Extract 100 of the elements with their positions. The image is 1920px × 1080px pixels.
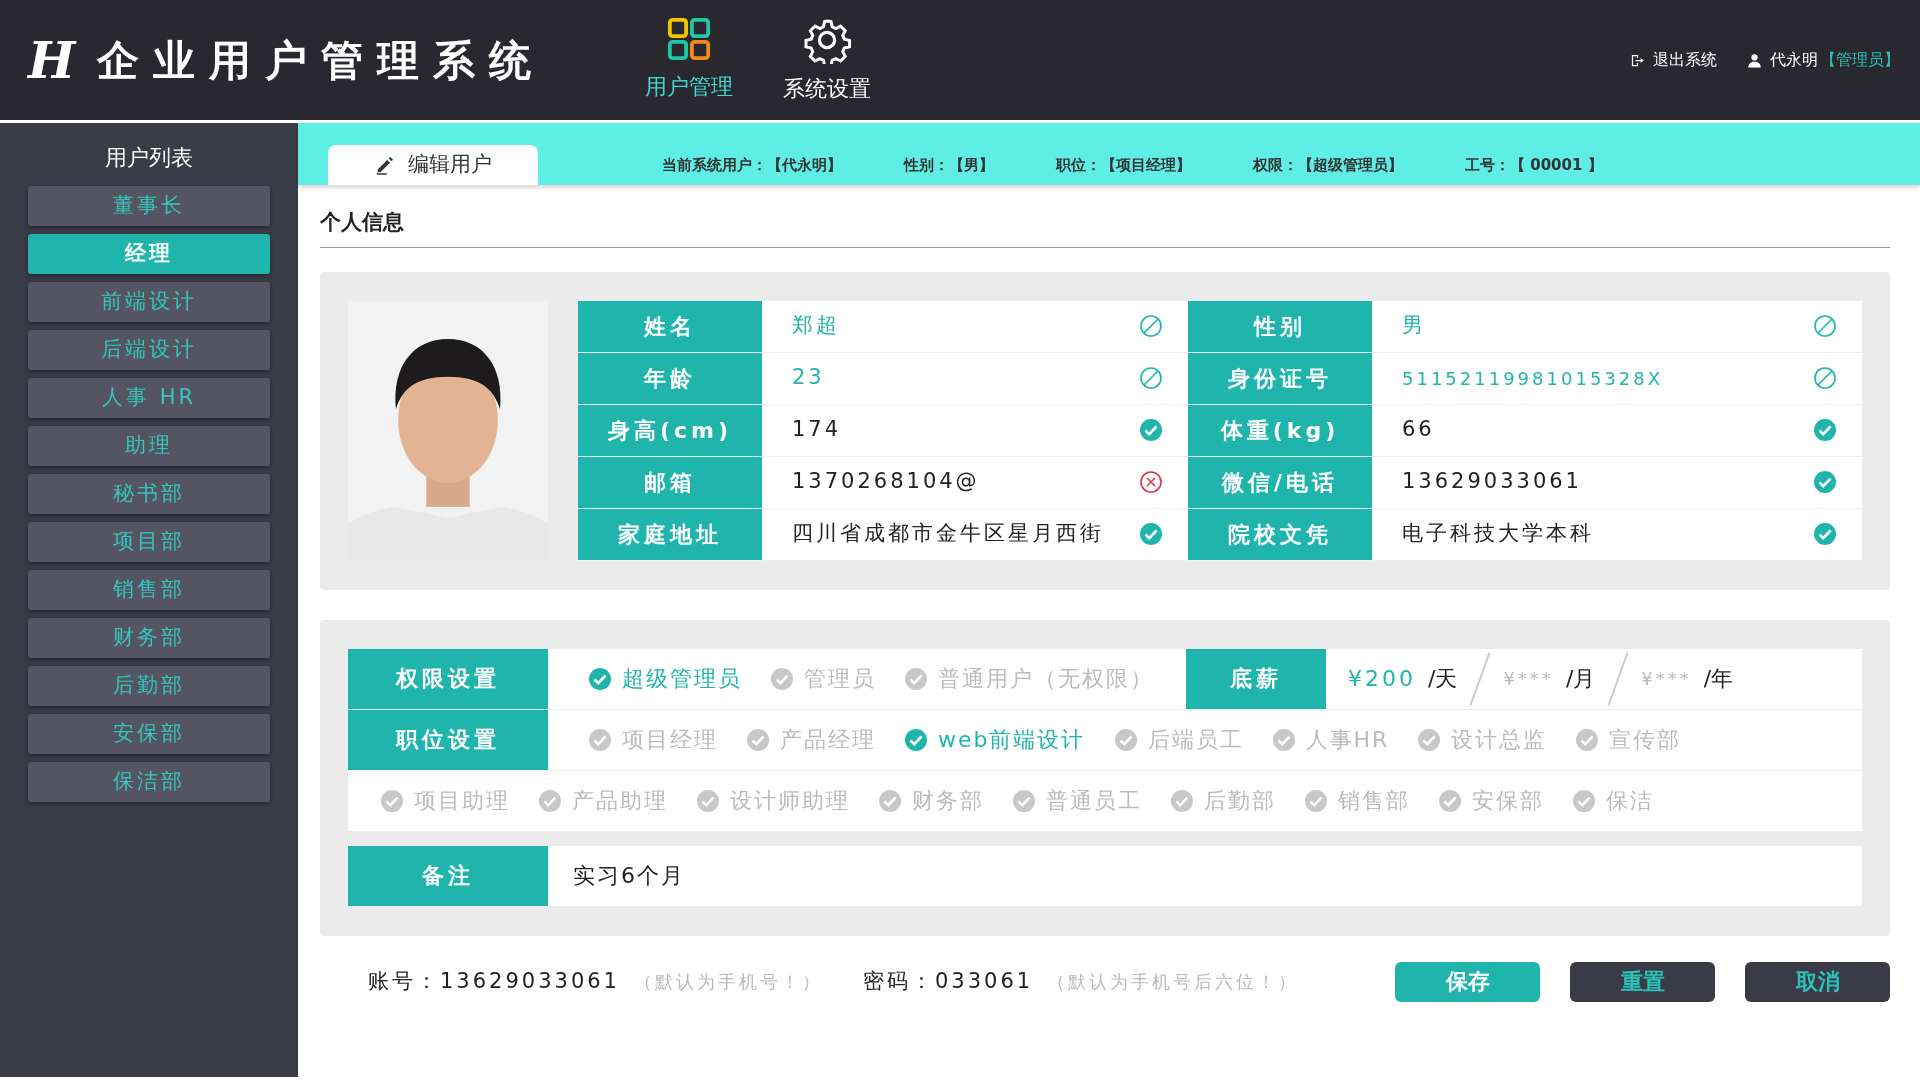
option-checkbox[interactable]: 宣传部 xyxy=(1575,723,1682,756)
option-checkbox[interactable]: 销售部 xyxy=(1304,784,1410,817)
nav-tab[interactable]: 系统设置 xyxy=(783,15,872,105)
sidebar-item[interactable]: 助理 xyxy=(28,426,270,466)
grid-icon xyxy=(666,15,713,62)
field-value: 174 xyxy=(792,416,842,444)
salary-unit: /天 xyxy=(1428,665,1458,693)
logout-button[interactable]: 退出系统 xyxy=(1630,48,1717,72)
credential-label: 密码： xyxy=(863,967,935,995)
app-title: 企业用户管理系统 xyxy=(97,34,546,87)
row-label: 备注 xyxy=(348,845,548,906)
field-label: 体重(kg) xyxy=(1188,404,1372,457)
check-circle-icon xyxy=(1813,470,1837,494)
sidebar-item[interactable]: 安保部 xyxy=(28,714,270,754)
field-value: 四川省成都市金牛区星月西街 xyxy=(792,520,1104,548)
option-checkbox[interactable]: 设计师助理 xyxy=(696,784,850,817)
row-label: 权限设置 xyxy=(348,648,548,709)
sidebar-item[interactable]: 人事 HR xyxy=(28,378,270,418)
field-label: 性别 xyxy=(1188,300,1372,353)
option-checkbox[interactable]: 超级管理员 xyxy=(588,662,742,695)
field-value: 51152119981015328X xyxy=(1402,366,1664,391)
field-value: 男 xyxy=(1402,312,1426,340)
no-entry-icon xyxy=(1813,366,1837,390)
field-label: 身份证号 xyxy=(1188,352,1372,405)
sidebar-item[interactable]: 保洁部 xyxy=(28,762,270,802)
field-label: 微信/电话 xyxy=(1188,456,1372,509)
field-value: 郑超 xyxy=(792,312,840,340)
check-circle-icon xyxy=(1139,418,1163,442)
sidebar-item[interactable]: 后勤部 xyxy=(28,666,270,706)
info-text: 性别：【男】 xyxy=(904,154,994,176)
logout-icon xyxy=(1630,52,1645,68)
logo: H xyxy=(28,29,76,92)
info-text: 职位：【项目经理】 xyxy=(1056,154,1191,176)
action-button[interactable]: 保存 xyxy=(1395,961,1540,1002)
info-text: 权限：【超级管理员】 xyxy=(1253,154,1403,176)
salary-value: ¥*** xyxy=(1641,667,1692,691)
option-checkbox[interactable]: 项目经理 xyxy=(588,723,718,756)
option-checkbox[interactable]: 安保部 xyxy=(1438,784,1544,817)
sidebar-item[interactable]: 项目部 xyxy=(28,522,270,562)
sidebar-item[interactable]: 董事长 xyxy=(28,186,270,226)
sidebar-item[interactable]: 经理 xyxy=(28,234,270,274)
edit-tab[interactable]: 编辑用户 xyxy=(328,145,538,185)
pencil-icon xyxy=(374,154,396,176)
user-icon xyxy=(1747,52,1762,68)
option-checkbox[interactable]: 设计总监 xyxy=(1417,723,1548,756)
sidebar-item[interactable]: 财务部 xyxy=(28,618,270,658)
info-text: 工号：【 00001 】 xyxy=(1465,154,1603,176)
field-label: 邮箱 xyxy=(578,456,762,509)
check-circle-icon xyxy=(1139,522,1163,546)
error-icon xyxy=(1139,470,1163,494)
sidebar-title: 用户列表 xyxy=(104,144,194,172)
option-checkbox[interactable]: 管理员 xyxy=(770,662,876,695)
hint-text: （默认为手机号！） xyxy=(634,970,823,994)
field-label: 身高(cm) xyxy=(578,404,762,457)
check-circle-icon xyxy=(1813,522,1837,546)
field-value: 电子科技大学本科 xyxy=(1402,520,1594,548)
action-button[interactable]: 重置 xyxy=(1570,961,1715,1002)
field-label: 姓名 xyxy=(578,300,762,353)
info-text: 当前系统用户：【代永明】 xyxy=(662,154,842,176)
option-checkbox[interactable]: 后端员工 xyxy=(1113,723,1244,756)
section-title: 个人信息 xyxy=(320,207,1890,248)
row-label: 底薪 xyxy=(1186,648,1326,709)
check-circle-icon xyxy=(1813,418,1837,442)
option-checkbox[interactable]: web前端设计 xyxy=(904,723,1086,756)
salary-unit: /年 xyxy=(1703,665,1734,693)
option-checkbox[interactable]: 产品经理 xyxy=(746,723,876,756)
nav-tab[interactable]: 用户管理 xyxy=(645,15,734,105)
option-checkbox[interactable]: 项目助理 xyxy=(380,784,510,817)
field-value: 1370268104@ xyxy=(792,468,980,496)
field-label: 家庭地址 xyxy=(578,508,762,561)
credential-value: 13629033061 xyxy=(440,967,620,995)
hint-text: （默认为手机号后六位！） xyxy=(1047,970,1300,994)
field-value: 23 xyxy=(792,364,825,392)
option-checkbox[interactable]: 财务部 xyxy=(878,784,984,817)
sidebar-item[interactable]: 销售部 xyxy=(28,570,270,610)
field-value: 13629033061 xyxy=(1402,468,1582,496)
salary-value: ¥200 xyxy=(1348,665,1416,693)
user-role: 【管理员】 xyxy=(1820,49,1900,71)
salary-value: ¥*** xyxy=(1503,667,1554,691)
field-label: 院校文凭 xyxy=(1188,508,1372,561)
field-value: 66 xyxy=(1402,416,1435,444)
sidebar-item[interactable]: 秘书部 xyxy=(28,474,270,514)
salary-unit: /月 xyxy=(1565,665,1596,693)
option-checkbox[interactable]: 普通员工 xyxy=(1012,784,1142,817)
user-name: 代永明 xyxy=(1770,49,1818,71)
credential-label: 账号： xyxy=(368,967,440,995)
option-checkbox[interactable]: 保洁 xyxy=(1572,784,1654,817)
option-checkbox[interactable]: 产品助理 xyxy=(538,784,668,817)
option-checkbox[interactable]: 人事HR xyxy=(1271,723,1390,756)
option-checkbox[interactable]: 后勤部 xyxy=(1170,784,1276,817)
field-label: 年龄 xyxy=(578,352,762,405)
remark-value: 实习6个月 xyxy=(572,862,685,890)
action-button[interactable]: 取消 xyxy=(1745,961,1890,1002)
credential-value: 033061 xyxy=(935,967,1034,995)
no-entry-icon xyxy=(1139,366,1163,390)
no-entry-icon xyxy=(1139,314,1163,338)
sidebar-item[interactable]: 前端设计 xyxy=(28,282,270,322)
option-checkbox[interactable]: 普通用户（无权限） xyxy=(904,662,1154,695)
no-entry-icon xyxy=(1813,314,1837,338)
sidebar-item[interactable]: 后端设计 xyxy=(28,330,270,370)
